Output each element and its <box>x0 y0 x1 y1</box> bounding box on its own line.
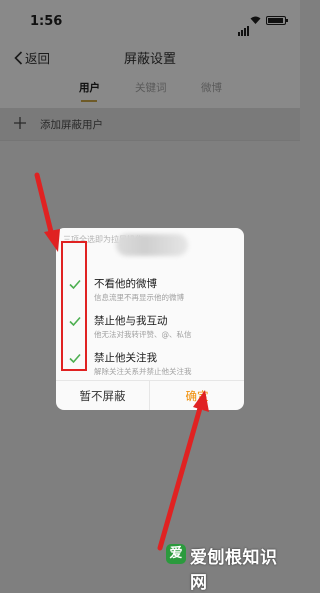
highlight-box <box>61 241 87 371</box>
signal-icon <box>238 17 250 36</box>
wifi-icon <box>250 16 261 24</box>
add-blocked-user-row[interactable]: 添加屏蔽用户 <box>0 108 300 140</box>
option-title: 禁止他与我互动 <box>94 315 168 327</box>
option-desc: 信息流里不再显示他的微博 <box>94 293 184 302</box>
tab-keywords[interactable]: 关键词 <box>135 80 167 95</box>
option-desc: 解除关注关系并禁止他关注我 <box>94 367 192 376</box>
add-blocked-user-label: 添加屏蔽用户 <box>40 119 103 131</box>
active-tab-indicator <box>81 100 97 102</box>
watermark: 爱 爱刨根知识网 <box>166 540 294 593</box>
watermark-text: 爱刨根知识网 <box>190 548 278 593</box>
watermark-logo: 爱 <box>166 544 186 564</box>
clock: 1:56 <box>30 14 63 29</box>
plus-icon <box>14 117 26 129</box>
tab-weibo[interactable]: 微博 <box>201 80 222 95</box>
battery-icon <box>266 16 288 25</box>
nav-bar: 返回 屏蔽设置 用户 关键词 微博 <box>0 40 300 108</box>
blurred-username <box>116 234 188 256</box>
cancel-button[interactable]: 暂不屏蔽 <box>56 381 150 410</box>
status-bar: 1:56 <box>0 0 300 40</box>
dialog-buttons: 暂不屏蔽 确定 <box>56 380 244 410</box>
option-title: 禁止他关注我 <box>94 352 157 364</box>
arrow-to-confirm <box>157 390 209 551</box>
confirm-button[interactable]: 确定 <box>150 381 244 410</box>
option-title: 不看他的微博 <box>94 278 157 290</box>
page-title: 屏蔽设置 <box>123 52 176 67</box>
tab-bar: 用户 关键词 微博 <box>0 80 300 100</box>
option-desc: 他无法对我转评赞、@、私信 <box>94 330 192 339</box>
tab-users[interactable]: 用户 <box>79 80 100 95</box>
divider <box>0 140 300 141</box>
